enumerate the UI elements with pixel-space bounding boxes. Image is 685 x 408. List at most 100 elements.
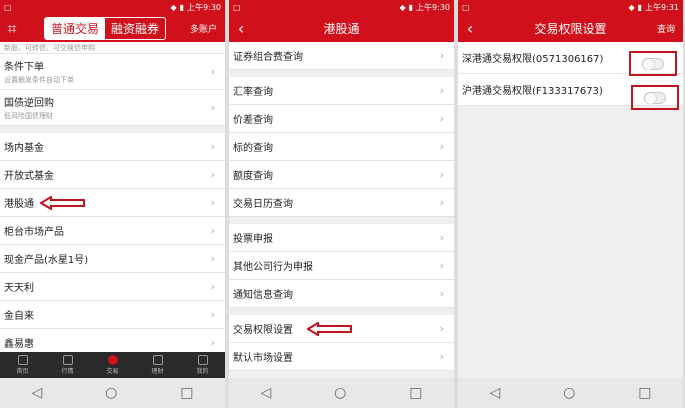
- list-item-sub: 低风险国债理财: [4, 112, 53, 120]
- wallet-icon: [152, 355, 163, 365]
- chevron-right-icon: ›: [210, 65, 215, 78]
- red-arrow-icon: [307, 322, 352, 336]
- list-item[interactable]: 投票申报 ›: [229, 224, 454, 252]
- list-item[interactable]: 交易日历查询 ›: [229, 189, 454, 217]
- tab-margin-trade[interactable]: 融资融券: [105, 18, 165, 39]
- tab-label: 交易: [106, 368, 119, 375]
- permission-label: 深港通交易权限(0571306167): [462, 54, 604, 65]
- app-notification-icon: ▢: [233, 3, 241, 12]
- screen-trade-permission: ▢ ◆ ▮ 上午9:31 ‹ 交易权限设置 查询 深港通交易权限(057130616…: [458, 0, 683, 408]
- page-title: 港股通: [323, 22, 360, 36]
- list-item-label: 开放式基金: [4, 171, 54, 182]
- shenzhen-permission-toggle[interactable]: [642, 57, 664, 70]
- list-item-trade-permission[interactable]: 交易权限设置 ›: [229, 315, 454, 343]
- chevron-right-icon: ›: [210, 196, 215, 209]
- back-triangle-icon[interactable]: ◁: [31, 385, 42, 401]
- chart-icon: [62, 355, 73, 365]
- list-item[interactable]: 现金产品(水星1号) ›: [0, 245, 225, 273]
- tab-market[interactable]: 行情: [45, 352, 90, 378]
- group-1: 证券组合费查询 ›: [229, 42, 454, 70]
- chevron-right-icon: ›: [210, 140, 215, 153]
- system-nav: ◁ ○ □: [458, 378, 683, 408]
- chevron-right-icon: ›: [439, 84, 444, 97]
- group-3: 投票申报 › 其他公司行为申报 › 通知信息查询 ›: [229, 224, 454, 308]
- list-item[interactable]: 天天利 ›: [0, 273, 225, 301]
- tab-label: 我的: [196, 368, 209, 375]
- query-button[interactable]: 查询: [657, 22, 675, 35]
- list-item[interactable]: 默认市场设置 ›: [229, 343, 454, 371]
- list-item-label: 柜台市场产品: [4, 227, 64, 238]
- list-item[interactable]: 额度查询 ›: [229, 161, 454, 189]
- recents-square-icon[interactable]: □: [180, 385, 193, 401]
- list-item[interactable]: 证券组合费查询 ›: [229, 42, 454, 70]
- status-bar: ▢ ◆ ▮ 上午9:30: [229, 0, 454, 15]
- chevron-right-icon: ›: [210, 224, 215, 237]
- multi-account-button[interactable]: 多账户: [190, 22, 217, 35]
- wifi-icon: ◆: [170, 3, 177, 12]
- list-item[interactable]: 通知信息查询 ›: [229, 280, 454, 308]
- tab-normal-trade[interactable]: 普通交易: [45, 18, 106, 39]
- back-chevron-icon[interactable]: ‹: [229, 19, 253, 38]
- list-item[interactable]: 开放式基金 ›: [0, 161, 225, 189]
- chevron-right-icon: ›: [439, 259, 444, 272]
- list-item-sub: 设置触发条件自动下单: [4, 76, 74, 84]
- list-item-label: 通知信息查询: [233, 290, 293, 301]
- list-item-label: 金自来: [4, 311, 34, 322]
- list-item[interactable]: 汇率查询 ›: [229, 77, 454, 105]
- list-item-label: 额度查询: [233, 171, 273, 182]
- tab-home[interactable]: 首页: [0, 352, 45, 378]
- tab-trade[interactable]: 交易: [90, 352, 135, 378]
- trade-type-switch: 普通交易 融资融券: [44, 17, 167, 40]
- list-item-label: 交易权限设置: [233, 325, 293, 336]
- list-item-reverse-repo[interactable]: 国债逆回购 低风险国债理财 ›: [0, 90, 225, 126]
- list-item-label: 场内基金: [4, 143, 44, 154]
- list-item[interactable]: 柜台市场产品 ›: [0, 217, 225, 245]
- chevron-right-icon: ›: [210, 252, 215, 265]
- chevron-right-icon: ›: [439, 140, 444, 153]
- chevron-right-icon: ›: [439, 287, 444, 300]
- bottom-tab-bar: 首页 行情 交易 理财 我的: [0, 352, 225, 378]
- list-item-label: 交易日历查询: [233, 199, 293, 210]
- chevron-right-icon: ›: [439, 322, 444, 335]
- chevron-right-icon: ›: [439, 112, 444, 125]
- chevron-right-icon: ›: [210, 308, 215, 321]
- app-notification-icon: ▢: [4, 3, 12, 12]
- signal-icon: ▮: [408, 3, 414, 12]
- recents-square-icon[interactable]: □: [409, 385, 422, 401]
- list-item[interactable]: 价差查询 ›: [229, 105, 454, 133]
- truncated-text: 新股、可转债、可交换债申购: [4, 43, 95, 52]
- back-triangle-icon[interactable]: ◁: [260, 385, 271, 401]
- shanghai-permission-toggle[interactable]: [644, 91, 666, 104]
- list-item[interactable]: 标的查询 ›: [229, 133, 454, 161]
- recents-square-icon[interactable]: □: [638, 385, 651, 401]
- home-circle-icon[interactable]: ○: [105, 385, 117, 401]
- back-triangle-icon[interactable]: ◁: [489, 385, 500, 401]
- menu-list-2: 场内基金 › 开放式基金 › 港股通 › 柜台市场产品 › 现金产品(水星1号) › 天…: [0, 133, 225, 357]
- list-item-hk-connect[interactable]: 港股通 ›: [0, 189, 225, 217]
- list-item[interactable]: 金自来 ›: [0, 301, 225, 329]
- home-icon: [17, 355, 28, 365]
- group-2: 汇率查询 › 价差查询 › 标的查询 › 额度查询 › 交易日历查询 ›: [229, 77, 454, 217]
- screen-hk-connect: ▢ ◆ ▮ 上午9:30 ‹ 港股通 证券组合费查询 › 汇率查询 › 价差查询 › 标的…: [229, 0, 454, 408]
- list-item-label: 汇率查询: [233, 87, 273, 98]
- back-chevron-icon[interactable]: ‹: [458, 19, 482, 38]
- tab-wealth[interactable]: 理财: [135, 352, 180, 378]
- tab-mine[interactable]: 我的: [180, 352, 225, 378]
- header: ‹ 港股通: [229, 15, 454, 42]
- wifi-icon: ◆: [628, 3, 635, 12]
- list-item[interactable]: 场内基金 ›: [0, 133, 225, 161]
- home-circle-icon[interactable]: ○: [334, 385, 346, 401]
- highlight-box: [629, 51, 677, 76]
- system-nav: ◁ ○ □: [0, 378, 225, 408]
- wifi-icon: ◆: [399, 3, 406, 12]
- signal-icon: ▮: [179, 3, 185, 12]
- user-icon: [197, 355, 208, 365]
- list-item[interactable]: 其他公司行为申报 ›: [229, 252, 454, 280]
- chevron-right-icon: ›: [439, 350, 444, 363]
- menu-list: 新股、可转债、可交换债申购 条件下单 设置触发条件自动下单 › 国债逆回购 低风险国债…: [0, 42, 225, 126]
- tab-label: 行情: [61, 368, 74, 375]
- permission-label: 沪港通交易权限(F133317673): [462, 86, 603, 97]
- home-circle-icon[interactable]: ○: [563, 385, 575, 401]
- scan-icon[interactable]: ⌗: [0, 19, 24, 39]
- list-item-conditional-order[interactable]: 条件下单 设置触发条件自动下单 ›: [0, 54, 225, 90]
